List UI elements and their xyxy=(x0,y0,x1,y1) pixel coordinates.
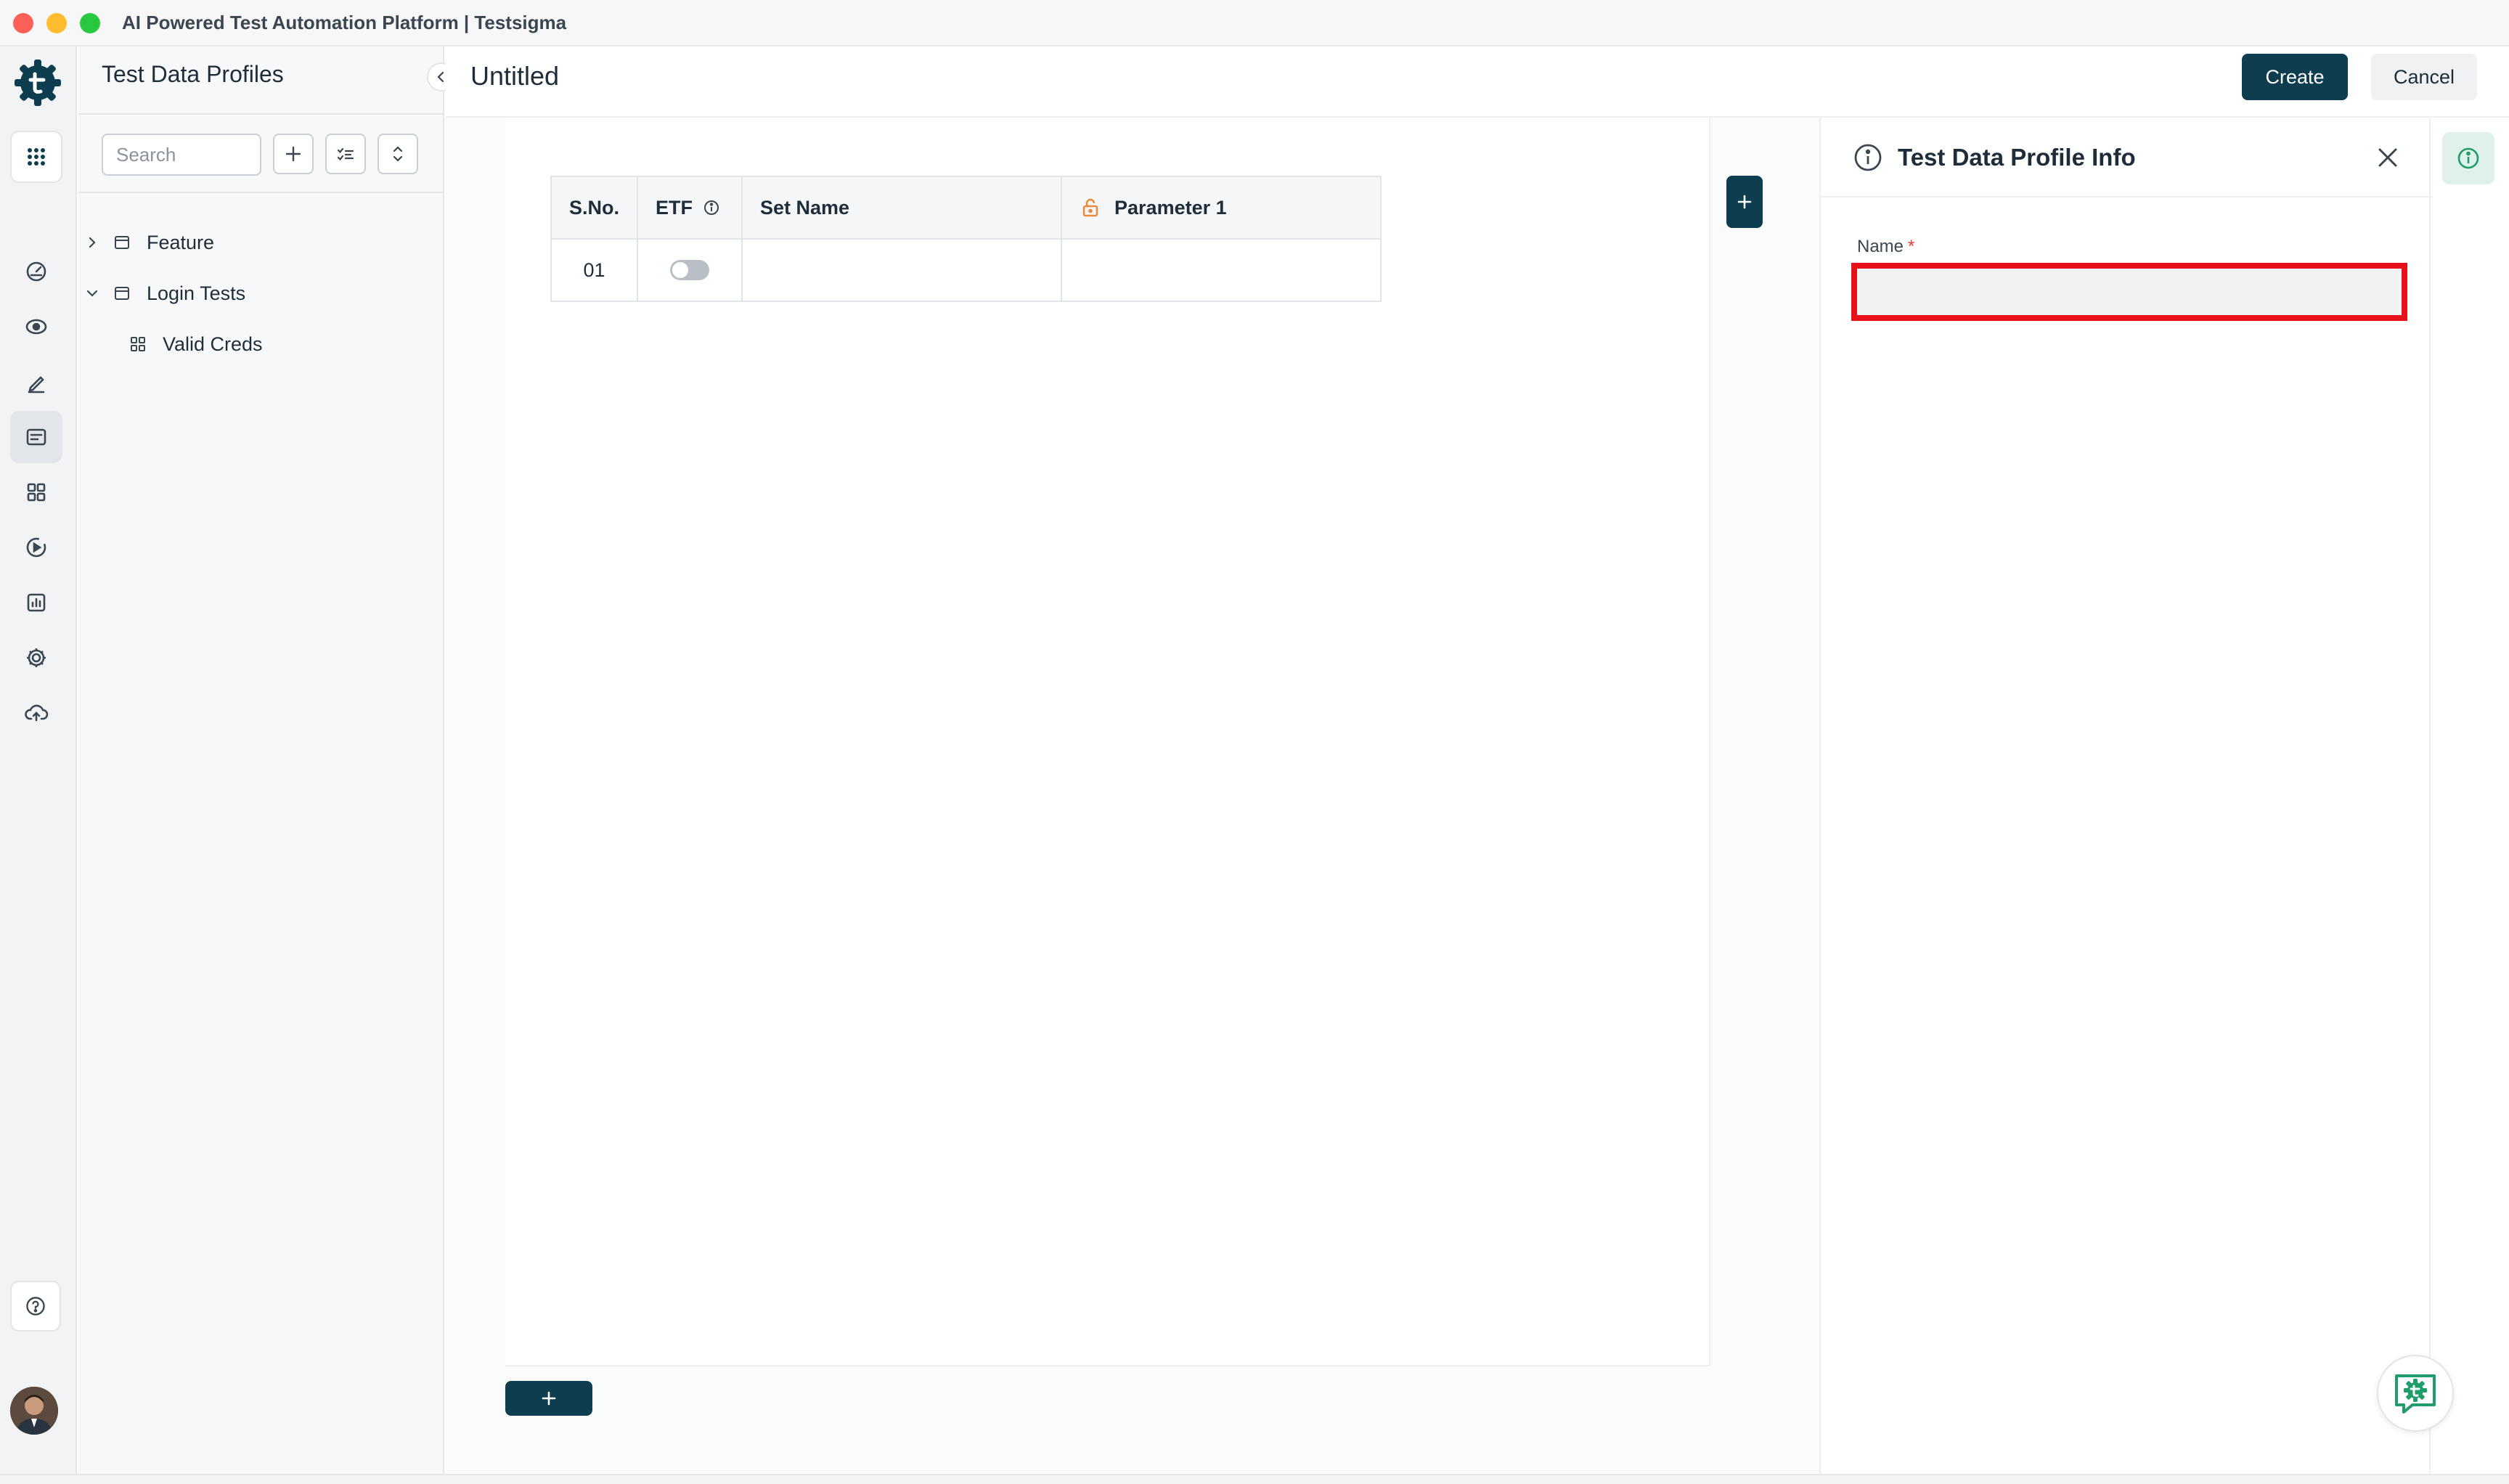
create-button[interactable]: Create xyxy=(2242,54,2348,100)
testsigma-logo-icon[interactable] xyxy=(10,55,65,110)
name-field-label: Name * xyxy=(1857,237,1915,256)
tree-item-login-tests[interactable]: Login Tests xyxy=(78,272,444,315)
required-marker: * xyxy=(1908,237,1915,256)
divider xyxy=(78,113,444,115)
search-input[interactable] xyxy=(102,134,261,176)
cell-sno: 01 xyxy=(550,238,639,302)
user-avatar[interactable] xyxy=(10,1387,58,1435)
expand-collapse-button[interactable] xyxy=(378,134,418,174)
test-data-profiles-sidebar: Test Data Profiles Feature xyxy=(78,46,444,1474)
sidebar-title: Test Data Profiles xyxy=(102,61,284,87)
chat-bot-icon xyxy=(2395,1374,2436,1414)
eye-icon[interactable] xyxy=(10,301,62,353)
cell-parameter-1[interactable] xyxy=(1061,238,1382,302)
add-column-button[interactable] xyxy=(1726,176,1763,228)
tree-item-feature[interactable]: Feature xyxy=(78,221,444,264)
tree-item-label: Feature xyxy=(147,231,215,253)
info-icon xyxy=(2457,147,2479,169)
minimize-window-button[interactable] xyxy=(46,13,67,33)
app-rail xyxy=(0,46,77,1474)
cloud-upload-icon[interactable] xyxy=(10,687,62,739)
expand-vertical-icon xyxy=(393,146,403,162)
dashboard-gauge-icon[interactable] xyxy=(10,245,62,298)
name-field[interactable] xyxy=(1851,263,2407,321)
close-window-button[interactable] xyxy=(13,13,33,33)
plus-icon xyxy=(285,146,301,162)
info-icon xyxy=(1854,144,1882,171)
checklist-icon xyxy=(337,147,354,161)
column-header-parameter-1[interactable]: Parameter 1 xyxy=(1061,176,1382,240)
chevron-right-icon[interactable] xyxy=(81,232,103,253)
lock-open-icon[interactable] xyxy=(1080,197,1101,219)
cancel-button[interactable]: Cancel xyxy=(2371,54,2477,100)
test-data-grid-area: S.No. ETF Set Name Parameter 1 01 xyxy=(446,118,1819,1474)
column-header-sno: S.No. xyxy=(550,176,639,240)
test-data-profile-info-panel: Test Data Profile Info Name * xyxy=(1819,118,2432,1474)
data-profile-icon xyxy=(131,337,145,351)
tree-item-label: Login Tests xyxy=(147,282,246,304)
column-header-set-name[interactable]: Set Name xyxy=(741,176,1063,240)
right-tool-strip xyxy=(2432,118,2509,1474)
info-icon[interactable] xyxy=(703,199,720,216)
pencil-icon[interactable] xyxy=(10,356,62,408)
table-row: 01 xyxy=(550,238,1382,302)
test-data-icon[interactable] xyxy=(10,411,62,463)
column-header-etf: ETF xyxy=(637,176,743,240)
tree-item-valid-creds[interactable]: Valid Creds xyxy=(78,322,444,366)
add-folder-button[interactable] xyxy=(273,134,314,174)
plus-icon xyxy=(1737,195,1752,209)
window-bottom-edge xyxy=(0,1474,2509,1484)
window-titlebar: AI Powered Test Automation Platform | Te… xyxy=(0,0,2509,46)
plus-icon xyxy=(542,1391,556,1406)
cell-set-name[interactable] xyxy=(741,238,1063,302)
tree-item-label: Valid Creds xyxy=(163,333,263,355)
folder-icon xyxy=(115,287,129,300)
panel-header: Test Data Profile Info xyxy=(1821,118,2432,197)
gear-icon[interactable] xyxy=(10,632,62,684)
add-row-button[interactable] xyxy=(505,1381,592,1416)
multi-select-button[interactable] xyxy=(325,134,366,174)
folder-icon xyxy=(115,236,129,249)
close-icon[interactable] xyxy=(2374,144,2402,171)
etf-toggle[interactable] xyxy=(670,260,710,280)
page-title[interactable]: Untitled xyxy=(470,61,559,91)
cell-etf xyxy=(637,238,743,302)
window-title: AI Powered Test Automation Platform | Te… xyxy=(122,12,567,33)
test-data-table: S.No. ETF Set Name Parameter 1 01 xyxy=(550,176,1382,302)
modules-icon[interactable] xyxy=(10,466,62,518)
chevron-down-icon[interactable] xyxy=(81,282,103,304)
help-icon[interactable] xyxy=(10,1281,61,1332)
info-panel-toggle-button[interactable] xyxy=(2442,132,2494,184)
page-header: Untitled Create Cancel xyxy=(446,46,2509,118)
reports-icon[interactable] xyxy=(10,576,62,629)
run-icon[interactable] xyxy=(10,521,62,574)
maximize-window-button[interactable] xyxy=(80,13,100,33)
chat-assistant-button[interactable] xyxy=(2377,1355,2454,1432)
apps-grid-icon[interactable] xyxy=(10,131,62,183)
divider xyxy=(78,192,444,193)
panel-title: Test Data Profile Info xyxy=(1898,144,2136,171)
grid-canvas: S.No. ETF Set Name Parameter 1 01 xyxy=(505,118,1710,1366)
